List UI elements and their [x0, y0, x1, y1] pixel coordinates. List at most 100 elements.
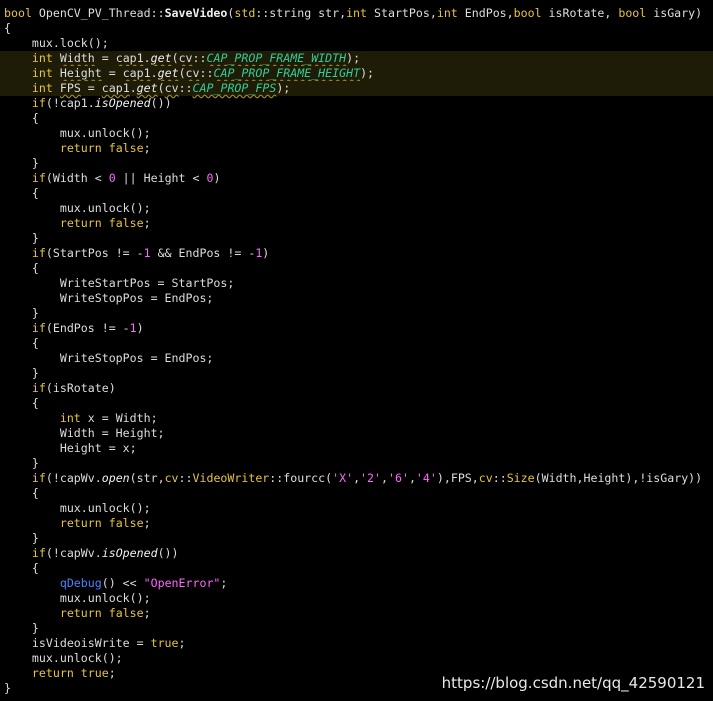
code-line: if(!cap1.isOpened()): [0, 96, 713, 111]
code-line: mux.unlock();: [0, 126, 713, 141]
code-token: FPS: [59, 81, 81, 95]
code-line: }: [0, 306, 713, 321]
code-line: {: [0, 186, 713, 201]
code-token: if: [31, 381, 46, 395]
code-token: mux.unlock();: [4, 201, 151, 215]
code-token: ;: [108, 666, 116, 680]
code-line: {: [0, 261, 713, 276]
code-token: (EndPos != -: [45, 321, 130, 335]
code-line: if(Width < 0 || Height < 0): [0, 171, 713, 186]
code-token: Height = x;: [4, 441, 137, 455]
code-line: return false;: [0, 606, 713, 621]
code-token: CAP_PROP_FRAME_HEIGHT: [213, 66, 361, 80]
code-line: }: [0, 231, 713, 246]
code-token: }: [4, 231, 39, 245]
code-token: {: [4, 111, 39, 125]
code-token: .: [143, 51, 151, 65]
code-token: mux.unlock();: [4, 651, 123, 665]
code-token: isVideoisWrite =: [4, 636, 151, 650]
code-token: cap1: [115, 51, 144, 65]
code-line: {: [0, 561, 713, 576]
code-token: WriteStopPos = EndPos;: [4, 291, 214, 305]
code-token: if: [31, 246, 46, 260]
code-token: qDebug: [59, 576, 102, 590]
code-token: true: [80, 666, 109, 680]
code-token: isRotate,: [541, 6, 619, 20]
code-line: WriteStopPos = EndPos;: [0, 351, 713, 366]
code-token: );: [360, 66, 375, 80]
code-token: ::: [192, 51, 207, 65]
code-token: mux.unlock();: [4, 126, 151, 140]
code-line: if(isRotate): [0, 381, 713, 396]
code-token: EndPos,: [457, 6, 514, 20]
code-line: int Height = cap1.get(cv::CAP_PROP_FRAME…: [0, 66, 713, 81]
code-line: WriteStartPos = StartPos;: [0, 276, 713, 291]
code-token: );: [276, 81, 291, 95]
code-token: cap1: [122, 66, 151, 80]
code-token: }: [4, 621, 39, 635]
code-token: cv: [478, 471, 493, 485]
code-token: }: [4, 306, 39, 320]
code-token: ()): [157, 546, 179, 560]
code-token: ,: [381, 471, 388, 485]
code-token: (Width <: [45, 171, 109, 185]
code-line: if(!capWv.open(str,cv::VideoWriter::four…: [0, 471, 713, 486]
code-line: return false;: [0, 216, 713, 231]
code-token: CAP_PROP_FPS: [192, 81, 277, 95]
code-token: ;: [178, 636, 186, 650]
code-token: return: [31, 666, 74, 680]
code-line: if(EndPos != -1): [0, 321, 713, 336]
code-token: bool: [4, 6, 32, 20]
code-line: }: [0, 456, 713, 471]
code-token: int: [346, 6, 368, 20]
code-token: ,: [353, 471, 361, 485]
code-token: || Height <: [115, 171, 207, 185]
code-token: ): [213, 171, 221, 185]
code-token: true: [150, 636, 179, 650]
code-token: ),FPS,: [436, 471, 479, 485]
code-token: {: [4, 486, 39, 500]
code-line: qDebug() << "OpenError";: [0, 576, 713, 591]
code-token: ;: [143, 516, 151, 530]
code-line: Width = Height;: [0, 426, 713, 441]
code-token: int: [436, 6, 458, 20]
code-token: mux.lock();: [4, 36, 109, 50]
code-token: int: [31, 51, 53, 65]
code-token: Width = Height;: [4, 426, 165, 440]
code-line: return false;: [0, 516, 713, 531]
code-token: return: [59, 516, 102, 530]
code-token: return: [59, 606, 102, 620]
code-line: }: [0, 531, 713, 546]
code-token: string str,: [269, 6, 347, 20]
code-line: }: [0, 366, 713, 381]
code-token: '6': [387, 471, 409, 485]
code-token: bool: [513, 6, 542, 20]
code-token: 'X': [332, 471, 354, 485]
code-token: "OpenError": [143, 576, 221, 590]
code-line: mux.unlock();: [0, 501, 713, 516]
code-token: {: [4, 336, 39, 350]
code-token: return: [59, 141, 102, 155]
code-editor[interactable]: bool OpenCV_PV_Thread::SaveVideo(std::st…: [0, 0, 713, 701]
code-token: ::: [150, 6, 165, 20]
code-token: open: [101, 471, 130, 485]
code-token: (isRotate): [45, 381, 116, 395]
code-line: isVideoisWrite = true;: [0, 636, 713, 651]
code-token: WriteStopPos = EndPos;: [4, 351, 214, 365]
code-line: mux.lock();: [0, 36, 713, 51]
code-token: =: [101, 66, 123, 80]
code-token: get: [157, 66, 179, 80]
